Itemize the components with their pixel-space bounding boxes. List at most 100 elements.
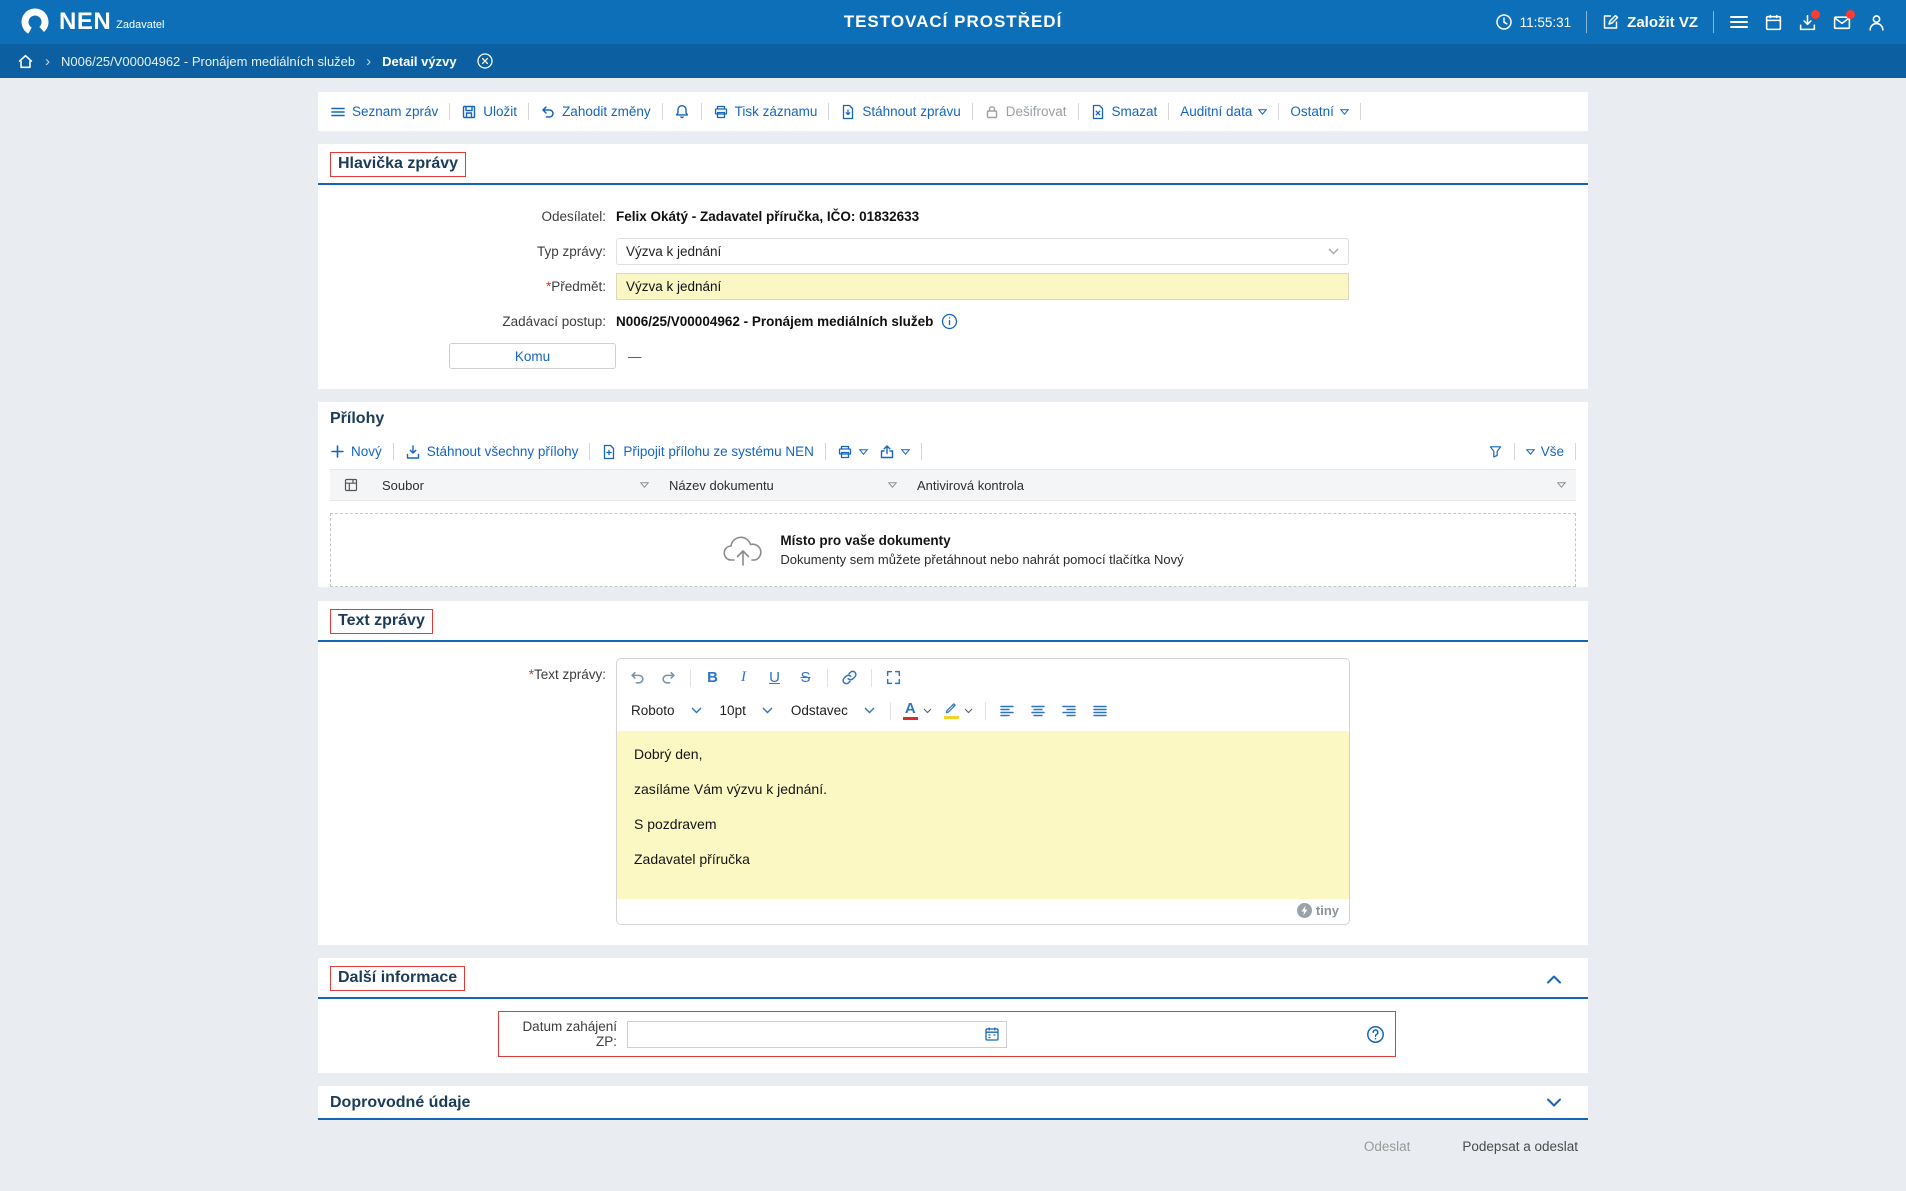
dropdown-caret-icon <box>859 449 868 455</box>
chevron-down-icon <box>762 707 773 714</box>
separator <box>1575 443 1576 460</box>
send-button[interactable]: Odeslat <box>1364 1139 1411 1154</box>
create-vz-button[interactable]: Založit VZ <box>1602 13 1698 31</box>
undo-icon[interactable] <box>623 664 652 691</box>
message-header-card: Hlavička zprávy Odesílatel: Felix Okátý … <box>318 144 1588 389</box>
procedure-label: Zadávací postup: <box>318 314 616 329</box>
print-record-button[interactable]: Tisk záznamu <box>713 104 818 120</box>
tiny-logo-icon <box>1297 903 1312 918</box>
attach-from-nen-button[interactable]: Připojit přílohu ze systému NEN <box>601 444 814 460</box>
chevron-down-icon[interactable] <box>1546 1098 1562 1108</box>
section-title-message-header: Hlavička zprávy <box>330 152 466 177</box>
start-date-input[interactable] <box>627 1021 1007 1048</box>
discard-changes-button[interactable]: Zahodit změny <box>540 104 651 120</box>
separator <box>921 443 922 460</box>
calendar-picker-icon[interactable] <box>984 1026 1000 1042</box>
help-icon[interactable] <box>1366 1025 1385 1044</box>
column-filter-icon[interactable] <box>1557 482 1566 488</box>
message-toolbar-card: Seznam zpráv Uložit Zahodit změny <box>318 92 1588 131</box>
editor-content-area[interactable]: Dobrý den, zasíláme Vám výzvu k jednání.… <box>617 731 1349 899</box>
dropdown-caret-icon <box>1258 109 1267 115</box>
strikethrough-button[interactable]: S <box>791 664 820 691</box>
fullscreen-icon[interactable] <box>879 664 908 691</box>
align-center-icon[interactable] <box>1024 697 1053 724</box>
underline-button[interactable]: U <box>760 664 789 691</box>
user-button[interactable] <box>1867 13 1886 32</box>
block-format-select[interactable]: Odstavec <box>783 697 883 724</box>
highlighter-icon <box>944 702 959 719</box>
tiny-brand[interactable]: tiny <box>1297 903 1339 918</box>
separator <box>701 103 702 120</box>
column-filter-icon[interactable] <box>888 482 897 488</box>
sender-label: Odesílatel: <box>318 209 616 224</box>
info-icon[interactable] <box>941 313 958 330</box>
new-attachment-button[interactable]: Nový <box>330 444 382 459</box>
save-button[interactable]: Uložit <box>461 104 517 120</box>
recipient-button[interactable]: Komu <box>449 343 616 369</box>
column-header-antivirova-kontrola[interactable]: Antivirová kontrola <box>907 470 1576 500</box>
subject-input[interactable]: Výzva k jednání <box>616 273 1349 300</box>
column-header-nazev-dokumentu[interactable]: Název dokumentu <box>659 470 907 500</box>
font-family-select[interactable]: Roboto <box>623 697 710 724</box>
font-size-select[interactable]: 10pt <box>712 697 781 724</box>
separator <box>828 103 829 120</box>
attachments-card: Přílohy Nový Stáhnout všechny přílohy <box>318 402 1588 587</box>
delete-button[interactable]: Smazat <box>1090 104 1158 120</box>
dropdown-caret-icon <box>1340 109 1349 115</box>
chevron-down-icon <box>864 707 875 714</box>
menu-button[interactable] <box>1729 13 1749 31</box>
breadcrumb-separator: › <box>45 54 50 69</box>
message-type-label: Typ zprávy: <box>318 244 616 259</box>
chevron-up-icon[interactable] <box>1546 974 1562 984</box>
clock: 11:55:31 <box>1495 13 1572 31</box>
calendar-button[interactable] <box>1764 13 1783 32</box>
attachments-dropzone[interactable]: Místo pro vaše dokumenty Dokumenty sem m… <box>330 513 1576 587</box>
home-icon[interactable] <box>17 53 34 70</box>
align-left-icon[interactable] <box>993 697 1022 724</box>
brand-role: Zadavatel <box>116 19 164 32</box>
export-attachments-button[interactable] <box>879 444 910 460</box>
message-list-button[interactable]: Seznam zpráv <box>330 104 438 120</box>
editor-paragraph: zasíláme Vám výzvu k jednání. <box>634 781 1332 797</box>
highlight-color-button[interactable] <box>939 697 978 724</box>
separator <box>1586 11 1587 33</box>
redo-icon[interactable] <box>654 664 683 691</box>
cloud-upload-icon <box>722 533 764 567</box>
separator <box>393 443 394 460</box>
downloads-button[interactable] <box>1798 13 1817 32</box>
procedure-value: N006/25/V00004962 - Pronájem mediálních … <box>616 314 933 329</box>
print-attachments-button[interactable] <box>837 444 868 460</box>
close-tab-icon[interactable] <box>476 52 494 70</box>
column-filter-icon[interactable] <box>640 482 649 488</box>
breadcrumb-separator: › <box>366 54 371 69</box>
dropzone-text: Místo pro vaše dokumenty Dokumenty sem m… <box>780 533 1183 567</box>
breadcrumb-item-procedure[interactable]: N006/25/V00004962 - Pronájem mediálních … <box>61 54 355 69</box>
text-color-button[interactable]: A <box>898 697 937 724</box>
align-right-icon[interactable] <box>1055 697 1084 724</box>
download-all-attachments-button[interactable]: Stáhnout všechny přílohy <box>405 444 579 460</box>
filter-button[interactable] <box>1488 444 1503 459</box>
bold-button[interactable]: B <box>698 664 727 691</box>
attach-document-icon <box>601 444 617 460</box>
align-justify-icon[interactable] <box>1086 697 1115 724</box>
italic-button[interactable]: I <box>729 664 758 691</box>
message-type-select[interactable]: Výzva k jednání <box>616 238 1349 265</box>
sign-and-send-button[interactable]: Podepsat a odeslat <box>1462 1139 1578 1154</box>
separator <box>871 669 872 687</box>
column-header-soubor[interactable]: Soubor <box>372 470 659 500</box>
breadcrumb-item-current: Detail výzvy <box>382 54 456 69</box>
brand[interactable]: NEN Zadavatel <box>20 7 164 37</box>
notifications-button[interactable] <box>674 103 690 120</box>
link-icon[interactable] <box>835 664 864 691</box>
messages-button[interactable] <box>1832 13 1852 32</box>
view-all-filter-button[interactable]: Vše <box>1526 444 1564 459</box>
other-actions-button[interactable]: Ostatní <box>1290 104 1349 119</box>
plus-icon <box>330 444 345 459</box>
audit-data-button[interactable]: Auditní data <box>1180 104 1267 119</box>
separator <box>1078 103 1079 120</box>
separator <box>1168 103 1169 120</box>
separator <box>1514 443 1515 460</box>
columns-settings-icon[interactable] <box>330 470 372 500</box>
section-title-accompanying: Doprovodné údaje <box>330 1094 470 1112</box>
download-message-button[interactable]: Stáhnout zprávu <box>840 104 960 120</box>
